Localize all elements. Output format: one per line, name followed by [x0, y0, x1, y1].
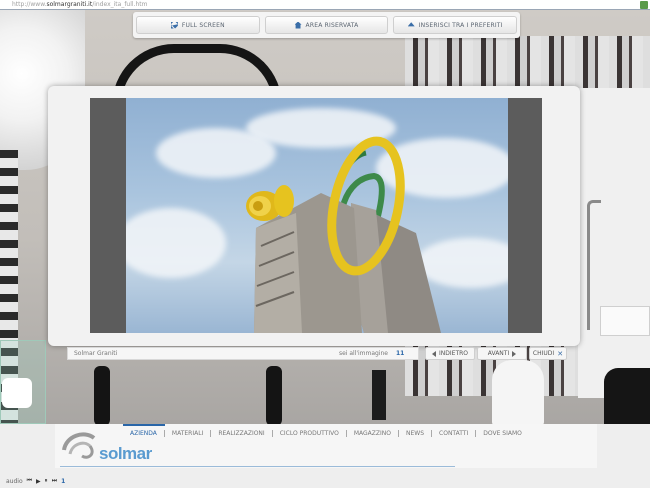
menu-item-materiali[interactable]: MATERIALI: [163, 430, 210, 437]
close-icon: ✕: [557, 349, 564, 358]
faucet-decor: [587, 200, 601, 330]
menu-item-realizzazioni[interactable]: REALIZZAZIONI: [210, 430, 271, 437]
brand-name[interactable]: solmar: [99, 444, 152, 464]
basin-decor: [600, 306, 650, 336]
photo-frame: [90, 98, 542, 333]
track-number: 1: [61, 477, 66, 485]
audio-player: audio ⏮ ▶ ⏸ ⏭ 1: [0, 474, 650, 488]
prev-button[interactable]: INDIETRO: [425, 347, 475, 360]
towel-decor: [2, 378, 32, 408]
previous-track-icon[interactable]: ⏮: [27, 477, 32, 485]
reserved-area-button[interactable]: AREA RISERVATA: [264, 16, 389, 34]
next-button[interactable]: AVANTI: [477, 347, 527, 360]
close-button[interactable]: CHIUDI ✕: [529, 347, 567, 360]
arrow-up-icon: [407, 22, 415, 27]
prev-label: INDIETRO: [439, 350, 468, 357]
menu-item-magazzino[interactable]: MAGAZZINO: [345, 430, 398, 437]
chair-decor: [604, 368, 650, 424]
audio-label: audio: [6, 477, 23, 485]
go-icon[interactable]: [640, 1, 648, 9]
fullscreen-button[interactable]: FULL SCREEN: [136, 16, 260, 34]
menu-item-news[interactable]: NEWS: [398, 430, 431, 437]
sculpture-graphic: [246, 136, 441, 333]
image-position-number: 11: [396, 350, 405, 357]
menu-item-azienda[interactable]: AZIENDA: [123, 424, 165, 437]
image-lightbox: [48, 86, 580, 346]
image-caption: Solmar Graniti: [74, 350, 118, 357]
table-leg-right: [266, 366, 282, 424]
image-caption-bar: Solmar Graniti sei all'immagine 11: [67, 347, 419, 360]
table-leg-left: [94, 366, 110, 424]
statue-decor: [492, 360, 544, 424]
address-bar[interactable]: http://www. solmargraniti.it/index_ita_fu…: [0, 0, 650, 10]
pause-icon[interactable]: ⏸: [45, 477, 48, 485]
arrow-right-icon: [512, 350, 517, 357]
url-path: /index_ita_full.htm: [92, 1, 148, 8]
close-label: CHIUDI: [532, 350, 555, 357]
url-host: solmargraniti.it: [46, 1, 93, 8]
vase-decor: [372, 370, 386, 420]
menu-item-contatti[interactable]: CONTATTI: [431, 430, 475, 437]
footer-divider: [60, 466, 455, 467]
arrow-left-icon: [432, 350, 436, 357]
next-track-icon[interactable]: ⏭: [52, 477, 57, 485]
play-icon[interactable]: ▶: [36, 478, 41, 485]
add-favorites-button[interactable]: INSERISCI TRA I PREFERITI: [393, 16, 518, 34]
top-toolbar: FULL SCREEN AREA RISERVATA INSERISCI TRA…: [133, 12, 520, 38]
fullscreen-icon: [171, 22, 178, 29]
url-prefix: http://www.: [12, 1, 47, 8]
menu-item-ciclo-produttivo[interactable]: CICLO PRODUTTIVO: [271, 430, 346, 437]
fullscreen-label: FULL SCREEN: [181, 21, 225, 29]
gallery-photo: [126, 98, 508, 333]
reserved-area-label: AREA RISERVATA: [305, 21, 359, 29]
menu-item-dove-siamo[interactable]: DOVE SIAMO: [475, 430, 529, 437]
image-position-label: sei all'immagine: [338, 350, 388, 357]
add-favorites-label: INSERISCI TRA I PREFERITI: [418, 21, 503, 29]
home-icon: [294, 21, 302, 29]
next-label: AVANTI: [487, 350, 510, 357]
main-menu: AZIENDA MATERIALI REALIZZAZIONI CICLO PR…: [123, 424, 529, 437]
